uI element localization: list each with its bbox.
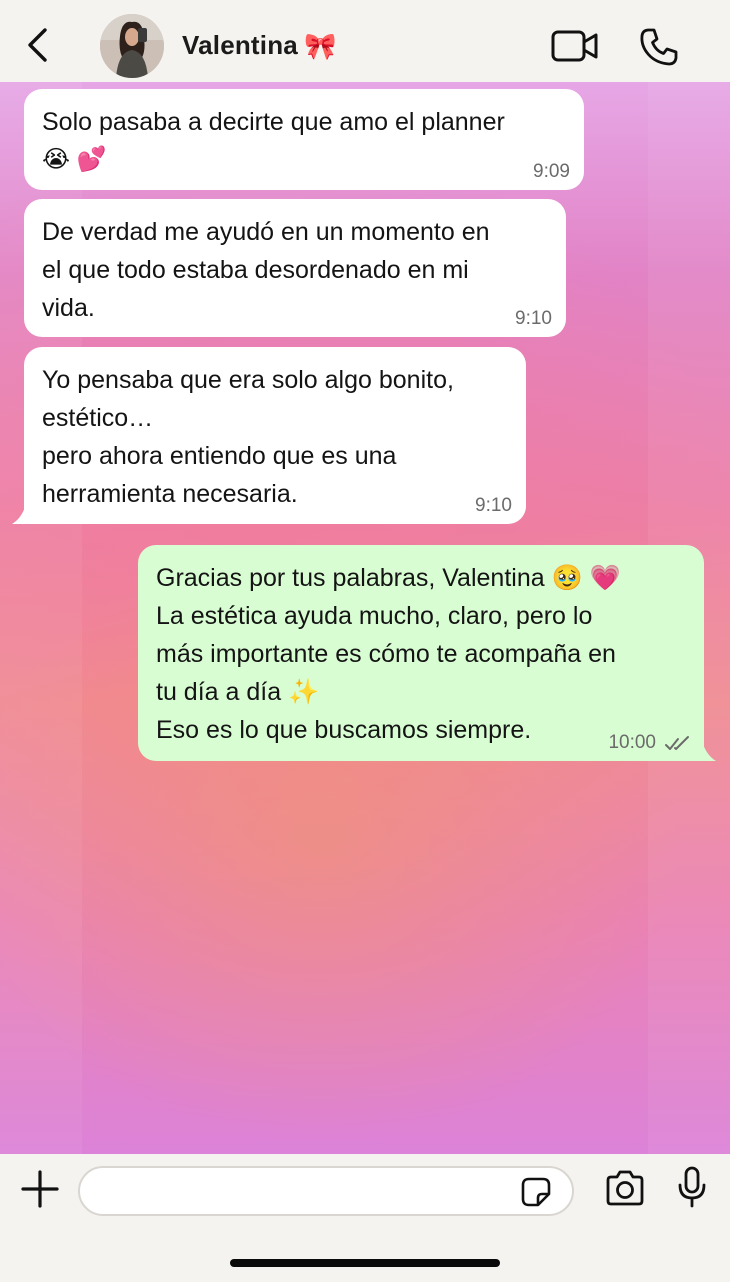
message-line: La estética ayuda mucho, claro, pero lo [156,602,593,630]
message-line: tu día a día ✨ [156,678,320,706]
video-call-button[interactable] [550,28,600,64]
sticker-button[interactable] [520,1176,552,1208]
message-emoji-line: 😭 💕 [42,146,107,173]
phone-icon [640,28,678,66]
message-time: 9:10 [515,308,552,329]
outgoing-message[interactable]: Gracias por tus palabras, Valentina 🥹 💗 … [138,545,716,761]
contact-name-text: Valentina [182,30,298,60]
incoming-message[interactable]: Yo pensaba que era solo algo bonito, est… [12,347,526,524]
back-button[interactable] [18,24,58,64]
sticker-icon [521,1177,551,1207]
message-time: 9:10 [475,495,512,516]
attach-button[interactable] [20,1169,60,1209]
bubble-tail [12,504,36,524]
message-line: Eso es lo que buscamos siempre. [156,716,532,744]
profile-photo [100,14,164,78]
incoming-message[interactable]: De verdad me ayudó en un momento en el q… [24,199,566,337]
message-line: estético… [42,404,154,432]
bubble-tail [692,741,716,761]
message-line: pero ahora entiendo que es una [42,442,397,470]
message-line: vida. [42,294,95,322]
bow-emoji: 🎀 [303,30,337,61]
contact-name[interactable]: Valentina 🎀 [182,30,337,61]
message-line: De verdad me ayudó en un momento en [42,218,490,246]
home-indicator[interactable] [230,1259,500,1267]
microphone-button[interactable] [676,1166,708,1208]
avatar[interactable] [100,14,164,78]
double-check-icon [665,736,689,750]
microphone-icon [678,1166,706,1208]
chat-area[interactable]: Solo pasaba a decirte que amo el planner… [0,82,730,1154]
composer-bar [0,1154,730,1282]
plus-icon [21,1170,59,1208]
camera-button[interactable] [604,1170,646,1206]
video-camera-icon [551,30,598,62]
message-line: Yo pensaba que era solo algo bonito, [42,366,454,394]
chevron-left-icon [28,28,47,62]
chat-header: Valentina 🎀 [0,0,730,82]
incoming-message[interactable]: Solo pasaba a decirte que amo el planner… [24,89,584,190]
message-line: el que todo estaba desordenado en mi [42,256,469,284]
message-line: herramienta necesaria. [42,480,298,508]
message-input[interactable] [78,1166,574,1216]
message-time: 9:09 [533,161,570,182]
camera-icon [606,1170,644,1206]
message-time: 10:00 [608,732,656,753]
message-line: Solo pasaba a decirte que amo el planner [42,108,505,136]
message-line: Gracias por tus palabras, Valentina 🥹 💗 [156,564,621,592]
voice-call-button[interactable] [638,26,680,68]
message-line: más importante es cómo te acompaña en [156,640,616,668]
